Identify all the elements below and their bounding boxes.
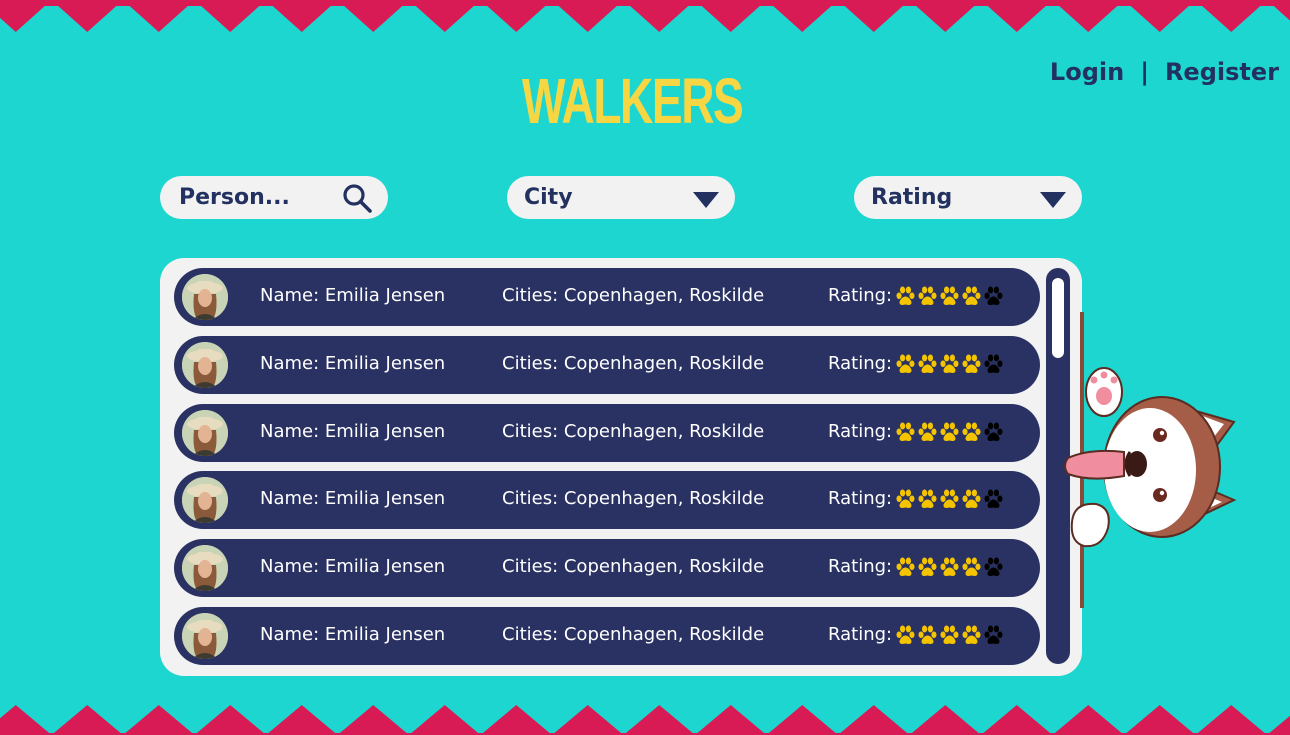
paw-icon xyxy=(896,625,915,644)
paw-icon xyxy=(918,354,937,373)
walker-name: Name: Emilia Jensen xyxy=(260,285,446,306)
paw-icon xyxy=(896,489,915,509)
walker-row[interactable]: Name: Emilia Jensen Cities: Copenhagen, … xyxy=(174,539,1040,598)
avatar xyxy=(182,274,228,320)
avatar xyxy=(182,612,228,659)
walker-cities: Cities: Copenhagen, Roskilde xyxy=(502,352,765,374)
rating-paws xyxy=(895,353,1004,374)
auth-separator: | xyxy=(1140,58,1149,86)
paw-icon xyxy=(918,489,937,509)
avatar xyxy=(182,409,228,456)
rating-paws xyxy=(895,556,1004,577)
rating-paws xyxy=(895,421,1004,442)
paw-icon xyxy=(962,625,981,644)
walker-rating-label: Rating: xyxy=(828,623,893,645)
walker-name: Name: Emilia Jensen xyxy=(260,352,446,374)
walker-name: Name: Emilia Jensen xyxy=(260,556,446,578)
chevron-down-icon xyxy=(693,191,719,208)
rating-paws xyxy=(895,624,1004,645)
bottom-zigzag-border xyxy=(0,705,1290,735)
person-search-field[interactable] xyxy=(160,176,388,219)
paw-icon xyxy=(962,557,981,577)
paw-icon xyxy=(962,422,981,441)
top-zigzag-border xyxy=(0,0,1290,32)
walkers-list-panel: Name: Emilia Jensen Cities: Copenhagen, … xyxy=(160,258,1082,676)
walker-cities: Cities: Copenhagen, Roskilde xyxy=(502,556,765,578)
walker-rating: Rating: xyxy=(828,624,1004,645)
walker-cities: Cities: Copenhagen, Roskilde xyxy=(502,285,765,306)
walker-row[interactable]: Name: Emilia Jensen Cities: Copenhagen, … xyxy=(174,471,1040,530)
paw-icon xyxy=(896,354,915,373)
register-link[interactable]: Register xyxy=(1165,58,1279,86)
walker-rating: Rating: xyxy=(828,421,1004,442)
rating-paws xyxy=(895,488,1004,509)
walker-row[interactable]: Name: Emilia Jensen Cities: Copenhagen, … xyxy=(174,335,1040,394)
paw-icon xyxy=(940,557,959,577)
paw-icon xyxy=(962,489,981,509)
paw-icon xyxy=(984,489,1003,509)
paw-icon xyxy=(940,489,959,509)
walker-cities: Cities: Copenhagen, Roskilde xyxy=(502,420,765,442)
walker-rating: Rating: xyxy=(828,488,1004,509)
paw-icon xyxy=(896,422,915,441)
city-dropdown[interactable]: City xyxy=(507,176,735,219)
walker-rating-label: Rating: xyxy=(828,285,893,306)
paw-icon xyxy=(984,286,1003,305)
walker-rating-label: Rating: xyxy=(828,556,893,578)
login-link[interactable]: Login xyxy=(1050,58,1124,86)
avatar xyxy=(182,545,228,592)
walker-rating: Rating: xyxy=(828,285,1004,306)
dog-illustration xyxy=(1064,312,1237,608)
walker-row[interactable]: Name: Emilia Jensen Cities: Copenhagen, … xyxy=(174,268,1040,326)
walker-row[interactable]: Name: Emilia Jensen Cities: Copenhagen, … xyxy=(174,403,1040,462)
walker-rating-label: Rating: xyxy=(828,352,893,374)
paw-icon xyxy=(984,354,1003,373)
walker-row[interactable]: Name: Emilia Jensen Cities: Copenhagen, … xyxy=(174,606,1040,665)
city-dropdown-label: City xyxy=(524,185,573,210)
paw-icon xyxy=(896,286,915,305)
walker-rating: Rating: xyxy=(828,556,1004,577)
paw-icon xyxy=(984,625,1003,644)
paw-icon xyxy=(984,557,1003,577)
avatar xyxy=(182,477,228,524)
walker-name: Name: Emilia Jensen xyxy=(260,420,446,442)
paw-icon xyxy=(918,286,937,305)
paw-icon xyxy=(984,422,1003,441)
paw-icon xyxy=(962,354,981,373)
chevron-down-icon xyxy=(1040,191,1066,208)
paw-icon xyxy=(940,286,959,305)
rating-dropdown[interactable]: Rating xyxy=(854,176,1082,219)
walkers-list: Name: Emilia Jensen Cities: Copenhagen, … xyxy=(174,268,1040,675)
paw-icon xyxy=(918,557,937,577)
walker-cities: Cities: Copenhagen, Roskilde xyxy=(502,488,765,510)
paw-icon xyxy=(940,422,959,441)
paw-icon xyxy=(896,557,915,577)
walker-cities: Cities: Copenhagen, Roskilde xyxy=(502,623,765,645)
walker-name: Name: Emilia Jensen xyxy=(260,488,446,510)
paw-icon xyxy=(940,354,959,373)
walker-rating-label: Rating: xyxy=(828,420,893,442)
avatar xyxy=(182,341,228,388)
walker-rating-label: Rating: xyxy=(828,488,893,510)
paw-icon xyxy=(918,625,937,644)
search-icon[interactable] xyxy=(342,183,372,213)
rating-dropdown-label: Rating xyxy=(871,185,953,210)
rating-paws xyxy=(895,285,1004,306)
paw-icon xyxy=(918,422,937,441)
walker-rating: Rating: xyxy=(828,353,1004,374)
paw-icon xyxy=(962,286,981,305)
paw-icon xyxy=(940,625,959,644)
logo[interactable]: WALKERS xyxy=(522,66,744,136)
person-search-input[interactable] xyxy=(177,184,342,211)
auth-links: Login | Register xyxy=(1050,58,1279,86)
walker-name: Name: Emilia Jensen xyxy=(260,623,446,645)
